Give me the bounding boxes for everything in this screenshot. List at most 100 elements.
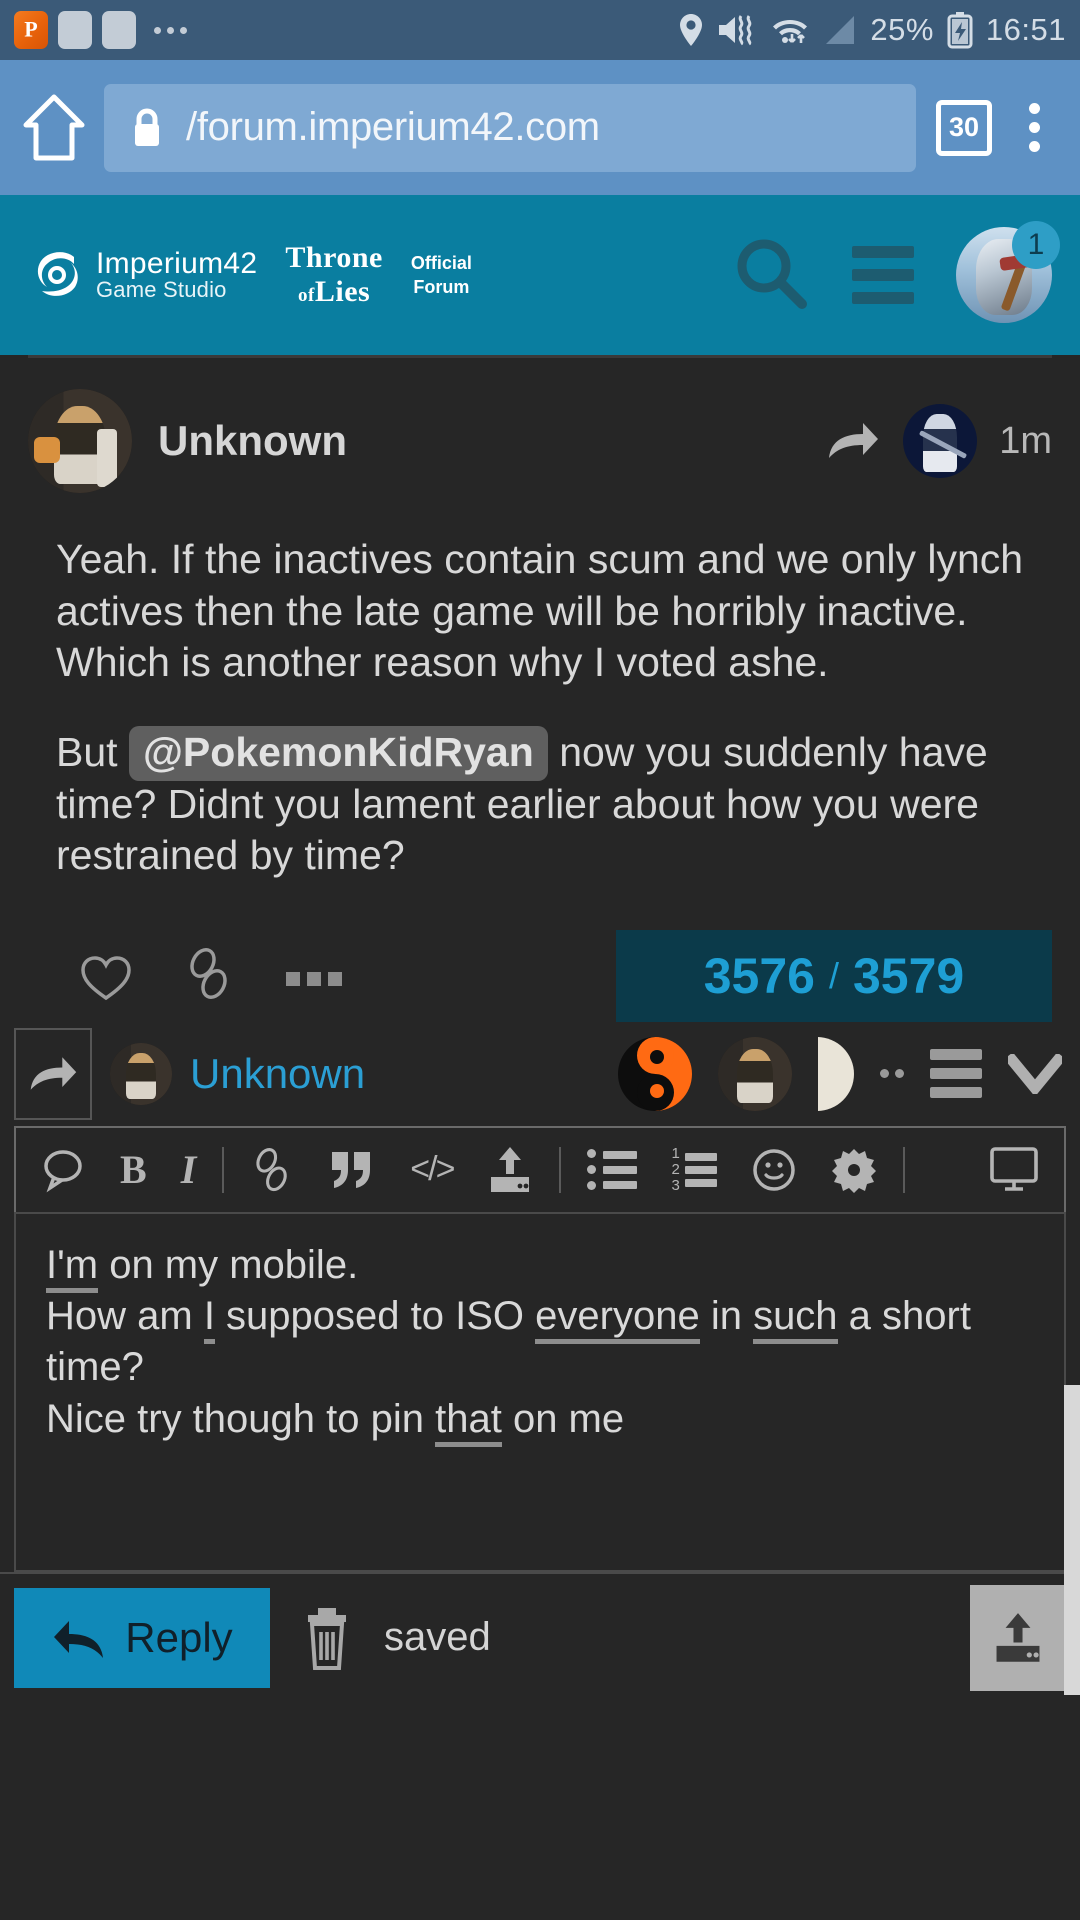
official-line-1: Official <box>410 252 472 273</box>
wifi-icon <box>773 20 808 43</box>
composer-footer: Reply saved <box>0 1571 1080 1702</box>
author-avatar[interactable] <box>28 389 132 493</box>
italic-button[interactable]: I <box>181 1146 197 1193</box>
home-button[interactable] <box>18 92 90 164</box>
yin-yang-avatar[interactable] <box>618 1036 692 1111</box>
notification-icon-1 <box>58 11 92 49</box>
browser-menu-button[interactable] <box>1006 103 1062 152</box>
numbered-list-button[interactable]: 1 2 3 <box>671 1145 717 1195</box>
settings-button[interactable] <box>831 1147 877 1193</box>
heart-icon[interactable] <box>80 954 132 1002</box>
reply-target-name[interactable]: Unknown <box>190 1050 365 1098</box>
post-header-meta: 1m <box>825 404 1052 478</box>
post-header: Unknown 1m <box>28 382 1052 500</box>
studio-subtitle: Game Studio <box>96 277 227 302</box>
save-status-text: saved <box>384 1615 491 1660</box>
reply-button-label: Reply <box>125 1613 233 1661</box>
composer: B I </> 1 2 3 I'm on my mobile. How am I… <box>14 1125 1066 1572</box>
post-position-counter[interactable]: 3576 / 3579 <box>616 929 1052 1022</box>
post-list-icon[interactable] <box>930 1049 982 1099</box>
url-text: /forum.imperium42.com <box>186 105 600 149</box>
bulleted-list-button[interactable] <box>587 1149 638 1191</box>
counter-separator: / <box>828 954 839 996</box>
charging-battery-icon <box>947 12 973 49</box>
composer-text: How am <box>46 1294 204 1339</box>
link-chain-icon[interactable] <box>184 946 234 1002</box>
reply-context-bar: Unknown <box>0 1021 1080 1126</box>
quote-reply-icon[interactable] <box>40 1147 86 1193</box>
official-line-2: Forum <box>413 277 470 297</box>
preview-button[interactable] <box>988 1146 1040 1194</box>
address-bar[interactable]: /forum.imperium42.com <box>104 83 916 172</box>
spellcheck-word: everyone <box>535 1294 700 1345</box>
composer-toolbar: B I </> 1 2 3 <box>16 1128 1064 1214</box>
code-button[interactable]: </> <box>410 1150 455 1189</box>
location-icon <box>680 14 703 46</box>
game-title-line2: Lies <box>314 275 371 308</box>
post-author-name[interactable]: Unknown <box>158 417 347 465</box>
padlock-icon <box>135 108 159 146</box>
composer-text: on my mobile. <box>98 1242 359 1287</box>
participant-avatar[interactable] <box>718 1036 792 1111</box>
upload-icon <box>996 1613 1040 1662</box>
status-bar-notifications <box>14 11 187 49</box>
search-button[interactable] <box>732 234 810 317</box>
signal-icon <box>826 16 855 44</box>
page-scrollbar[interactable] <box>1064 1385 1080 1695</box>
imperium42-swirl-icon <box>37 252 78 296</box>
throne-of-lies-logo[interactable]: Throne ofLies <box>285 241 382 309</box>
bold-button[interactable]: B <box>120 1146 147 1193</box>
more-participants-icon[interactable] <box>880 1069 904 1079</box>
studio-name: Imperium42 <box>96 247 258 280</box>
reply-target-button[interactable] <box>14 1027 92 1120</box>
user-avatar-button[interactable]: 1 <box>956 221 1060 323</box>
replied-to-avatar[interactable] <box>903 404 978 478</box>
toolbar-separator-3 <box>902 1146 905 1193</box>
blockquote-button[interactable] <box>328 1148 376 1192</box>
reply-button[interactable]: Reply <box>14 1587 270 1688</box>
post-content: Yeah. If the inactives contain scum and … <box>28 500 1052 882</box>
official-forum-label: Official Forum <box>411 251 472 300</box>
spellcheck-word: I'm <box>46 1242 99 1293</box>
more-actions-icon[interactable] <box>286 971 342 986</box>
reply-arrow-icon <box>54 1620 104 1658</box>
game-title-line1: Throne <box>285 241 383 274</box>
emoji-button[interactable] <box>751 1147 797 1193</box>
imperium42-logo[interactable]: Imperium42 Game Studio <box>28 247 257 303</box>
user-mention-link[interactable]: @PokemonKidRyan <box>128 725 548 781</box>
notification-badge[interactable]: 1 <box>1012 221 1060 269</box>
trash-icon[interactable] <box>298 1602 356 1674</box>
scrollbar-thumb[interactable] <box>1064 1385 1080 1695</box>
upload-attachment-button[interactable] <box>970 1584 1066 1691</box>
reply-arrow-icon[interactable] <box>825 418 881 464</box>
participant-avatar-partial[interactable] <box>818 1036 854 1111</box>
upload-button[interactable] <box>487 1145 533 1195</box>
mute-vibrate-icon <box>719 15 752 46</box>
tab-counter-button[interactable]: 30 <box>936 99 992 156</box>
hamburger-menu-icon <box>852 246 914 258</box>
composer-line: How am I supposed to ISO everyone in suc… <box>46 1291 1034 1393</box>
link-button[interactable] <box>250 1145 294 1195</box>
android-status-bar: 25% 16:51 <box>0 0 1080 60</box>
toolbar-separator-2 <box>559 1146 562 1193</box>
list-number-2: 2 <box>671 1160 680 1178</box>
post-paragraph-1: Yeah. If the inactives contain scum and … <box>56 536 1024 686</box>
brand-logos[interactable]: Imperium42 Game Studio Throne ofLies Off… <box>28 241 472 309</box>
chevron-down-icon[interactable] <box>1008 1053 1062 1094</box>
topic-body: Unknown 1m Yeah. If the inactives contai… <box>0 355 1080 1920</box>
post: Unknown 1m Yeah. If the inactives contai… <box>0 358 1080 1022</box>
search-icon <box>737 239 807 309</box>
spellcheck-word: I <box>203 1294 215 1345</box>
composer-text: in <box>699 1294 754 1339</box>
post-timestamp: 1m <box>999 419 1052 462</box>
total-post-count: 3579 <box>853 947 965 1004</box>
composer-text: on me <box>501 1396 625 1441</box>
tab-count: 30 <box>948 112 980 142</box>
overflow-menu-icon <box>1028 103 1040 114</box>
paragraph-2-prefix: But <box>56 728 118 775</box>
mini-avatar[interactable] <box>110 1042 172 1105</box>
forum-header-actions: 1 <box>732 221 1060 323</box>
composer-textarea[interactable]: I'm on my mobile. How am I supposed to I… <box>14 1211 1066 1572</box>
toolbar-group-lists: 1 2 3 <box>587 1145 877 1195</box>
hamburger-menu-button[interactable] <box>852 246 914 304</box>
